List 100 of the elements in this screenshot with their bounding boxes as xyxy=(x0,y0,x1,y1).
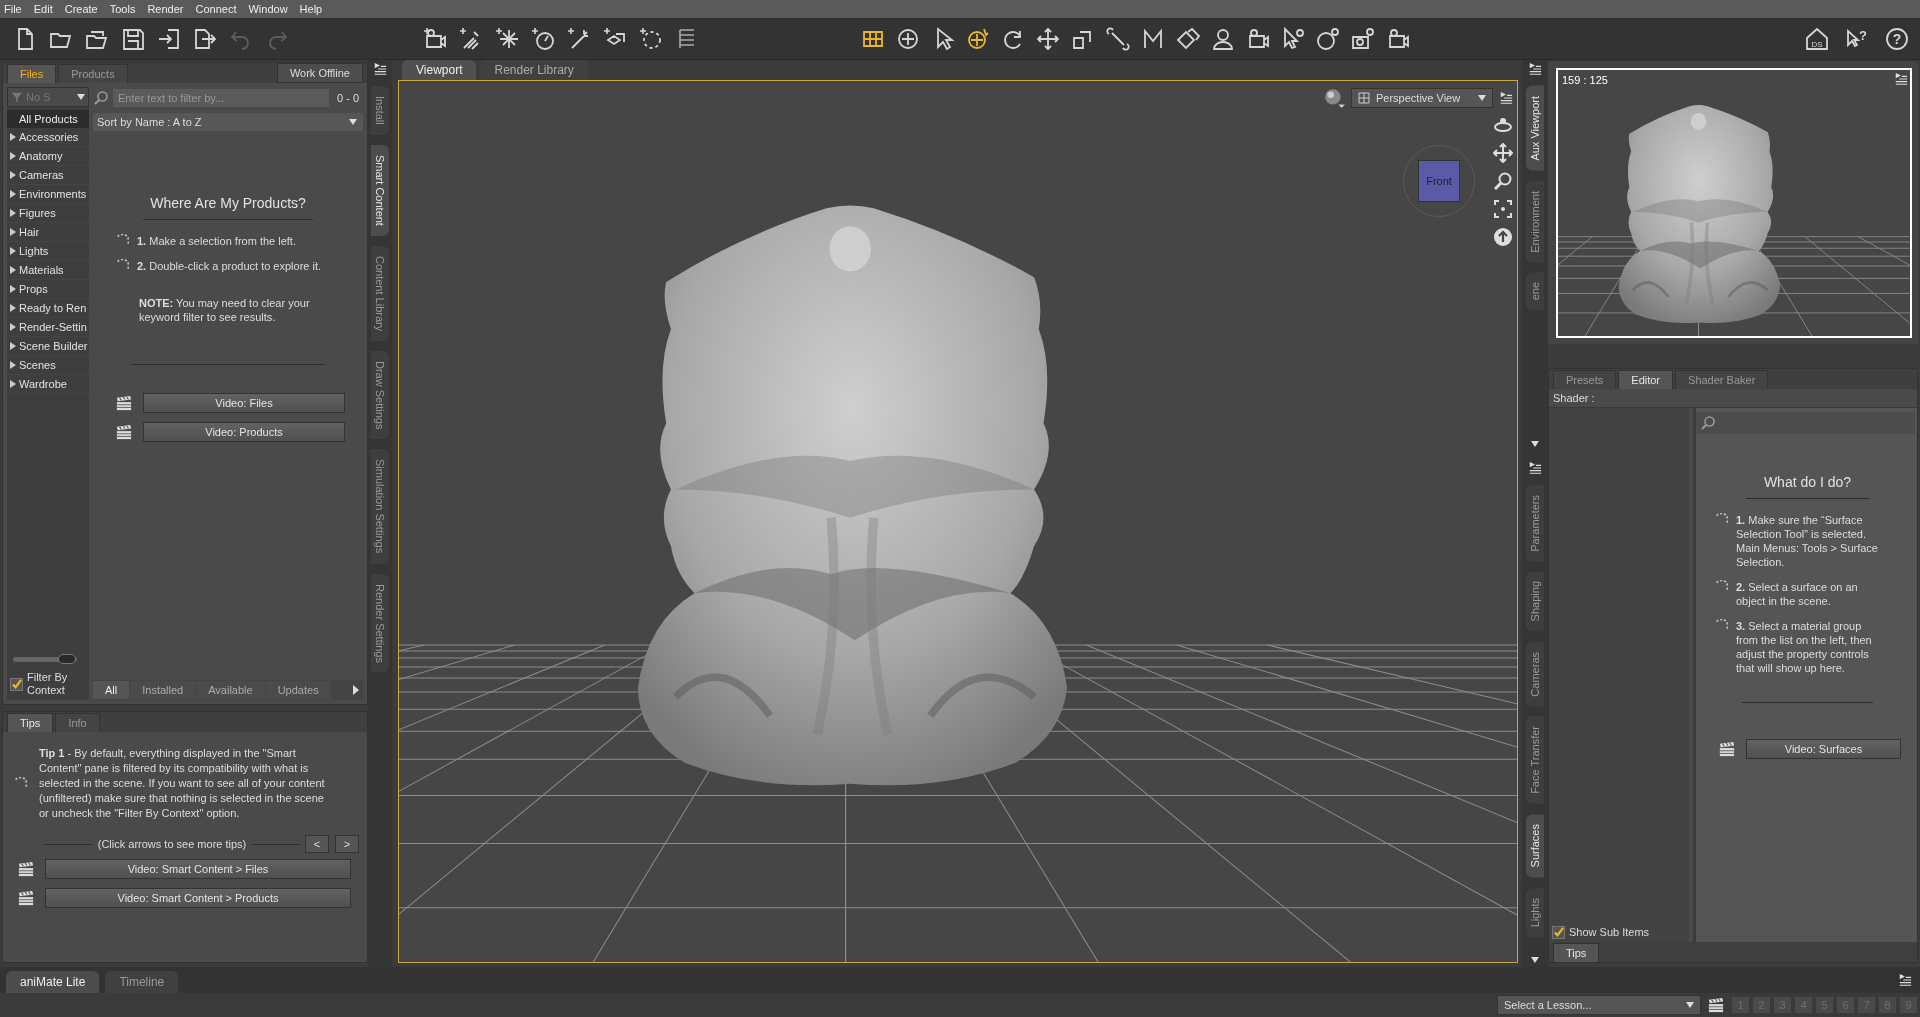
checkbox[interactable] xyxy=(10,677,23,691)
expand-arrow-icon[interactable] xyxy=(10,323,16,331)
category-item[interactable]: Hair xyxy=(19,226,40,238)
pane-tab[interactable]: Info xyxy=(55,713,100,732)
sort-dropdown[interactable]: Sort by Name : A to Z xyxy=(93,113,363,131)
side-tab[interactable]: ene xyxy=(1526,272,1544,311)
pane-tab[interactable]: Files xyxy=(7,64,57,83)
filter-tab[interactable]: All xyxy=(93,681,130,699)
expand-arrow-icon[interactable] xyxy=(10,190,16,198)
menu-item[interactable]: File xyxy=(4,3,22,15)
question-circle-icon[interactable]: ? xyxy=(1884,25,1910,52)
camera-gear-icon[interactable] xyxy=(1350,25,1376,52)
side-tab[interactable]: Smart Content xyxy=(371,144,389,236)
expand-arrow-icon[interactable] xyxy=(10,342,16,350)
menu-item[interactable]: Render xyxy=(147,3,184,15)
side-tab[interactable]: Install xyxy=(371,86,389,135)
side-tab[interactable]: Environment xyxy=(1526,180,1544,263)
menu-item[interactable]: Help xyxy=(299,3,323,15)
pane-tab[interactable]: Tips xyxy=(7,713,54,732)
category-item[interactable]: Lights xyxy=(19,245,49,257)
pane-menu-icon[interactable] xyxy=(1894,72,1908,86)
menu-item[interactable]: Edit xyxy=(33,3,53,15)
pane-menu-icon[interactable] xyxy=(373,62,387,76)
shading-sphere-icon[interactable] xyxy=(1323,87,1345,109)
category-item[interactable]: Figures xyxy=(19,207,56,219)
category-item[interactable]: All Products xyxy=(7,110,89,128)
category-item[interactable]: Cameras xyxy=(19,169,64,181)
move-icon[interactable] xyxy=(1493,143,1513,163)
dotted-circle-icon[interactable] xyxy=(638,25,664,52)
orbit-icon[interactable] xyxy=(1493,115,1513,135)
expand-arrow-icon[interactable] xyxy=(10,133,16,141)
diamond-icon[interactable] xyxy=(1175,25,1201,52)
side-tab[interactable]: Simulation Settings xyxy=(371,449,389,564)
category-item[interactable]: Scenes xyxy=(19,359,56,371)
dial-icon[interactable] xyxy=(530,25,556,52)
tip-arrow-button[interactable]: < xyxy=(305,835,329,853)
bottom-tab[interactable]: Timeline xyxy=(105,971,179,993)
aux-viewport[interactable]: 159 : 125 xyxy=(1556,68,1912,338)
viewport[interactable]: Perspective View Front xyxy=(398,80,1518,963)
frame-icon[interactable] xyxy=(1493,199,1513,219)
category-item[interactable]: Wardrobe xyxy=(19,378,67,390)
side-tab[interactable]: Shaping xyxy=(1526,571,1544,632)
menu-item[interactable]: Create xyxy=(64,3,98,15)
category-item[interactable]: Scene Builder xyxy=(19,340,88,352)
side-tab[interactable]: Face Transfer xyxy=(1526,716,1544,805)
move-icon[interactable] xyxy=(1035,25,1061,52)
expand-arrow-icon[interactable] xyxy=(10,209,16,217)
expand-arrow-icon[interactable] xyxy=(10,266,16,274)
side-tab[interactable]: Content Library xyxy=(371,245,389,341)
expand-arrow-icon[interactable] xyxy=(10,380,16,388)
category-item[interactable]: Materials xyxy=(19,264,64,276)
search-icon[interactable] xyxy=(93,90,109,106)
filter-tab[interactable]: Available xyxy=(196,681,265,699)
side-tab[interactable]: Lights xyxy=(1526,887,1544,937)
work-offline-button[interactable]: Work Offline xyxy=(276,63,363,83)
bone-icon[interactable] xyxy=(1105,25,1131,52)
menu-item[interactable]: Connect xyxy=(195,3,237,15)
category-item[interactable]: Props xyxy=(19,283,48,295)
side-tab[interactable]: Aux Viewport xyxy=(1526,86,1544,171)
search-field[interactable]: Enter text to filter by... xyxy=(113,89,329,107)
category-item[interactable]: Anatomy xyxy=(19,150,63,162)
video-button[interactable]: Video: Files xyxy=(143,393,345,413)
category-item[interactable]: Accessories xyxy=(19,131,79,143)
surface-list[interactable]: Show Sub Items xyxy=(1549,408,1689,942)
menu-item[interactable]: Tools xyxy=(109,3,136,15)
category-item[interactable]: Ready to Ren xyxy=(19,302,87,314)
side-tab[interactable]: Draw Settings xyxy=(371,350,389,440)
side-tab[interactable]: Parameters xyxy=(1526,484,1544,562)
pane-tab[interactable]: Presets xyxy=(1553,370,1617,389)
expand-arrow-icon[interactable] xyxy=(10,304,16,312)
filter-tab[interactable]: Installed xyxy=(130,681,196,699)
checkbox[interactable] xyxy=(1552,926,1565,939)
expand-arrow-icon[interactable] xyxy=(10,228,16,236)
category-item[interactable]: Render-Settin xyxy=(19,321,87,333)
tip-arrow-button[interactable]: > xyxy=(335,835,359,853)
video-button[interactable]: Video: Smart Content > Products xyxy=(45,888,351,908)
expand-arrow-icon[interactable] xyxy=(10,171,16,179)
view-dropdown[interactable]: Perspective View xyxy=(1351,88,1493,108)
search-field[interactable] xyxy=(1696,412,1915,434)
scroll-down-icon[interactable] xyxy=(1531,440,1539,447)
video-button[interactable]: Video: Smart Content > Files xyxy=(45,859,351,879)
expand-arrow-icon[interactable] xyxy=(10,247,16,255)
pane-menu-icon[interactable] xyxy=(1528,460,1542,475)
expand-arrow-icon[interactable] xyxy=(10,152,16,160)
side-tab[interactable]: Render Settings xyxy=(371,573,389,673)
pane-tab[interactable]: Shader Baker xyxy=(1675,370,1769,389)
menu-item[interactable]: Window xyxy=(248,3,288,15)
filter-tab[interactable]: Updates xyxy=(265,681,331,699)
side-tab[interactable]: Surfaces xyxy=(1526,814,1544,878)
expand-arrow-icon[interactable] xyxy=(10,285,16,293)
expand-arrow-icon[interactable] xyxy=(10,361,16,369)
bottom-tab[interactable]: aniMate Lite xyxy=(6,971,100,993)
zoom-icon[interactable] xyxy=(1493,171,1513,191)
viewport-tab[interactable]: Render Library xyxy=(480,60,588,80)
pane-menu-icon[interactable] xyxy=(1898,973,1912,987)
zoom-slider[interactable] xyxy=(13,657,77,662)
pane-tab[interactable]: Editor xyxy=(1618,370,1674,389)
pane-menu-icon[interactable] xyxy=(1499,91,1513,105)
pane-tab[interactable]: Products xyxy=(58,64,128,83)
video-button[interactable]: Video: Products xyxy=(143,422,345,442)
